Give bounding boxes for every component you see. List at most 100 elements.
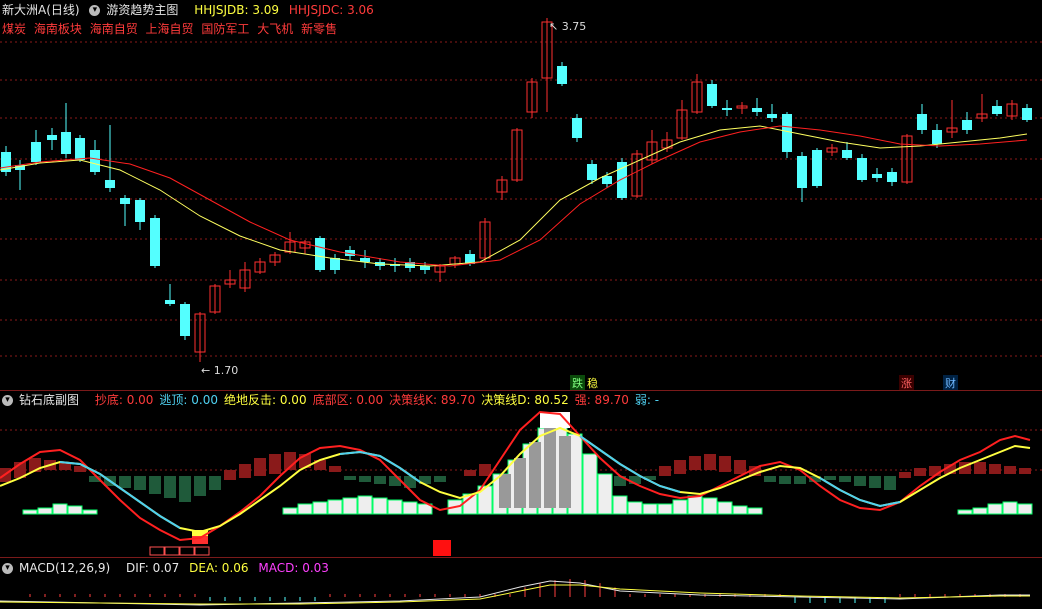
signal-badge-zhang: 涨 [899,375,914,390]
oscillator-bar [239,464,251,478]
oscillator-bar [359,476,371,482]
histogram-bar [627,501,643,515]
sub-indicator-selector[interactable]: ▾ 钻石底副图 [2,393,85,407]
oscillator-bar [464,470,476,476]
candle-body-down [47,135,57,140]
diamond-bottom-panel[interactable]: ▾ 钻石底副图 抄底: 0.00 逃顶: 0.00 绝地反击: 0.00 底部区: 0.… [0,390,1042,557]
sub-indicator-name: 钻石底副图 [19,393,80,407]
macd-selector[interactable]: ▾ MACD(12,26,9) [2,561,116,575]
oscillator-bar [839,476,851,482]
histogram-bar [582,453,598,515]
histogram-bar [687,495,703,515]
bottom-zone-box [194,546,210,556]
histogram-bar [747,507,763,515]
sector-tag[interactable]: 新零售 [301,22,337,36]
candle-body-down [31,142,41,162]
oscillator-bar [164,476,176,498]
sub-legend-item: 弱: - [634,393,660,407]
oscillator-bar [704,454,716,470]
hhjsjdc-value: HHJSJDC: 3.06 [288,3,374,17]
oscillator-bar [779,476,791,484]
oscillator-bar [1004,466,1016,474]
oscillator-bar [764,476,776,482]
sector-tags: 煤炭 海南板块 海南自贸 上海自贸 国防军工 大飞机 新零售 [2,20,341,37]
candle-body-down [1022,108,1032,120]
candle-body-down [602,176,612,184]
bottom-zone-box [164,546,180,556]
diamond-bottom-chart[interactable] [0,390,1042,557]
buy-signal-block [433,540,451,556]
oscillator-bar [374,476,386,484]
histogram-bar [37,507,53,515]
macd-value: MACD: 0.03 [258,561,329,575]
histogram-bar [357,495,373,515]
histogram-bar [372,497,388,515]
histogram-bar [1002,501,1018,515]
indicator-name: 游资趋势主图 [106,3,179,17]
sector-tag[interactable]: 大飞机 [257,22,293,36]
sub-legend-item: 底部区: 0.00 [312,393,384,407]
histogram-bar [597,473,613,515]
histogram-bar [672,499,688,515]
histogram-bar [717,501,733,515]
histogram-bar [987,503,1003,515]
candle-body-down [165,300,175,304]
oscillator-bar [269,454,281,474]
macd-panel[interactable]: ▾ MACD(12,26,9) DIF: 0.07 DEA: 0.06 MACD:… [0,557,1042,609]
sub-legend-item: 逃顶: 0.00 [159,393,218,407]
candle-body-down [330,258,340,270]
candle-body-down [842,150,852,158]
chevron-down-icon[interactable]: ▾ [89,5,101,16]
sub-legend-item: 强: 89.70 [574,393,629,407]
signal-badge-cai: 财 [943,375,958,390]
candle-body-down [557,66,567,84]
low-price-annotation: ← 1.70 [201,364,239,377]
oscillator-bar [179,476,191,502]
chevron-down-icon[interactable]: ▾ [2,563,13,574]
sector-tag[interactable]: 上海自贸 [146,22,194,36]
candle-body-down [105,180,115,188]
oscillator-bar [134,476,146,490]
oscillator-bar [479,464,491,476]
oscillator-bar [824,476,836,480]
macd-name: MACD(12,26,9) [19,561,111,575]
bottom-zone-box [149,546,165,556]
histogram-bar [52,503,68,515]
main-header: 新大洲A(日线) ▾ 游资趋势主图 HHJSJDB: 3.09 HHJSJDC: … [2,2,380,18]
sector-tag[interactable]: 国防军工 [201,22,249,36]
oscillator-bar [119,476,131,488]
macd-dea: DEA: 0.06 [189,561,249,575]
indicator-selector[interactable]: ▾ 游资趋势主图 [89,3,184,17]
candle-body-down [887,172,897,182]
oscillator-bar [209,476,221,490]
sector-tag[interactable]: 海南自贸 [90,22,138,36]
candle-body-down [962,120,972,130]
oscillator-bar [659,466,671,476]
candle-body-down [767,114,777,118]
sector-tag[interactable]: 煤炭 [2,22,26,36]
oscillator-bar [899,472,911,478]
histogram-bar [702,497,718,515]
candle-body-down [992,106,1002,114]
sub-header: ▾ 钻石底副图 抄底: 0.00 逃顶: 0.00 绝地反击: 0.00 底部区: 0.… [2,392,671,408]
candle-body-down [812,150,822,186]
candle-body-down [572,118,582,138]
candle-body-down [135,200,145,222]
candle-body-down [782,114,792,152]
candle-body-down [752,108,762,112]
sector-tag[interactable]: 海南板块 [34,22,82,36]
oscillator-bar [344,476,356,480]
chevron-down-icon[interactable]: ▾ [2,395,13,406]
macd-dif: DIF: 0.07 [125,561,180,575]
kline-panel[interactable]: 新大洲A(日线) ▾ 游资趋势主图 HHJSJDB: 3.09 HHJSJDC: … [0,0,1042,390]
signal-badge-wen: 稳 [587,377,598,390]
signal-badge-die: 跌 [570,375,585,390]
candle-body-down [120,198,130,204]
sub-legend-item: 决策线K: 89.70 [389,393,476,407]
kline-chart[interactable] [0,0,1042,390]
histogram-bar [82,509,98,515]
hhjsjdb-value: HHJSJDB: 3.09 [194,3,280,17]
histogram-bar [732,505,748,515]
oscillator-bar [989,464,1001,474]
candle-body-down [315,238,325,270]
